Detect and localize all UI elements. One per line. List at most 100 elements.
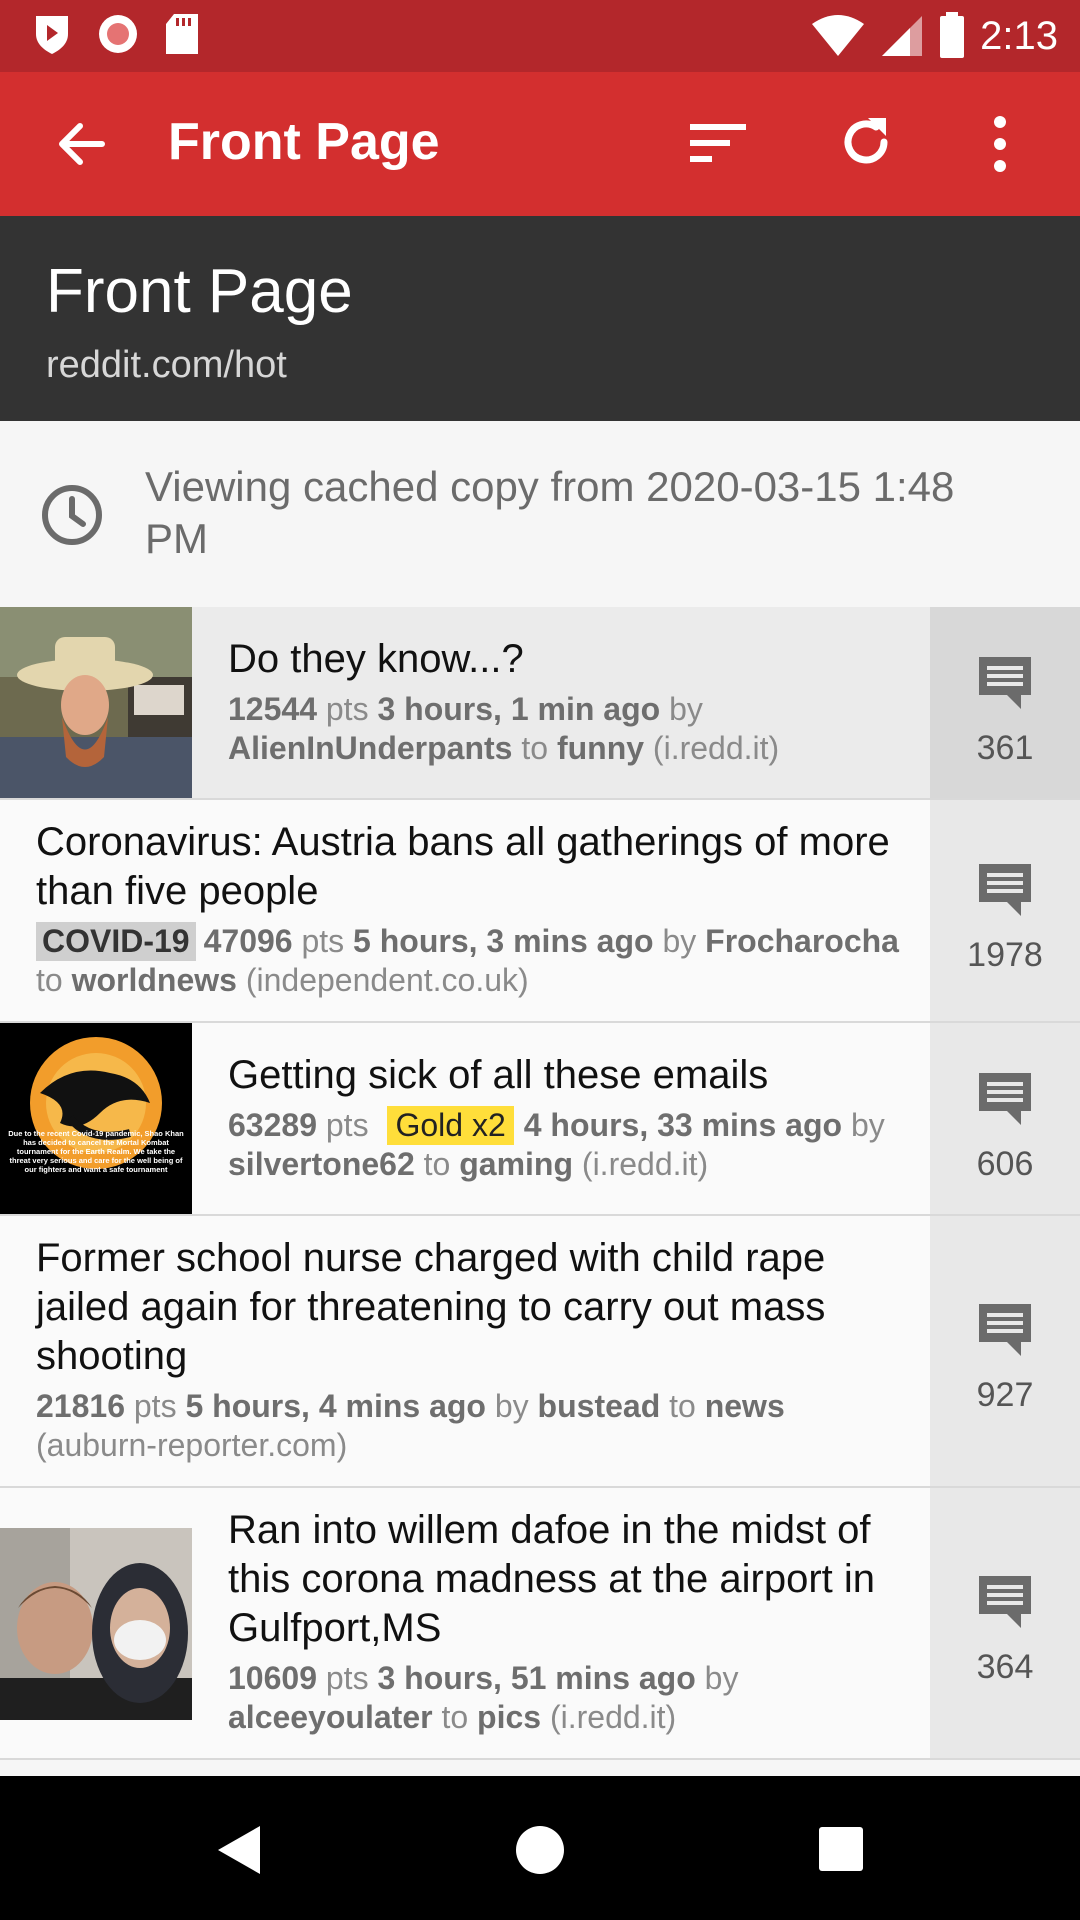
post-subreddit[interactable]: news	[705, 1388, 785, 1424]
post-title[interactable]: Former school nurse charged with child r…	[36, 1234, 826, 1381]
post-points: 10609	[228, 1660, 317, 1696]
post-author[interactable]: AlienInUnderpants	[228, 730, 512, 766]
cache-notice: Viewing cached copy from 2020-03-15 1:48…	[0, 421, 1080, 609]
clock-icon	[42, 485, 102, 545]
comment-count: 606	[976, 1145, 1034, 1183]
post-age: 3 hours, 51 mins ago	[377, 1660, 696, 1696]
comment-count: 1978	[967, 936, 1043, 974]
post-title[interactable]: Getting sick of all these emails	[228, 1051, 918, 1100]
cell-signal-icon	[882, 16, 923, 56]
to-label: to	[669, 1388, 696, 1424]
system-navigation-bar	[0, 1776, 1080, 1920]
man-with-hat-image	[0, 607, 192, 798]
pts-label: pts	[133, 1388, 177, 1424]
by-label: by	[669, 691, 703, 727]
post-item[interactable]: Due to the recent Covid-19 pandemic, Sha…	[0, 1023, 1080, 1216]
comment-icon	[979, 864, 1031, 916]
post-domain: (i.redd.it)	[581, 1146, 709, 1182]
post-subreddit[interactable]: funny	[557, 730, 644, 766]
post-points: 21816	[36, 1388, 125, 1424]
comments-button[interactable]: 1978	[930, 800, 1080, 1021]
post-item[interactable]: Do they know...? 12544 pts 3 hours, 1 mi…	[0, 607, 1080, 800]
cache-message: Viewing cached copy from 2020-03-15 1:48…	[145, 463, 955, 562]
comments-button[interactable]: 606	[930, 1023, 1080, 1214]
subreddit-header: Front Page reddit.com/hot	[0, 216, 1080, 421]
comment-icon	[979, 1073, 1031, 1125]
back-arrow-icon[interactable]	[52, 116, 112, 172]
comments-button[interactable]: 927	[930, 1216, 1080, 1486]
comment-count: 927	[976, 1376, 1034, 1414]
header-title: Front Page	[46, 257, 353, 326]
battery-icon	[940, 12, 965, 58]
comment-icon	[979, 1576, 1031, 1628]
post-domain: (i.redd.it)	[549, 1699, 677, 1735]
home-nav-icon[interactable]	[514, 1824, 566, 1876]
post-thumbnail[interactable]	[0, 1528, 192, 1720]
post-points: 63289	[228, 1107, 317, 1143]
flair-badge: COVID-19	[36, 922, 196, 961]
record-icon	[99, 15, 137, 53]
post-domain: (independent.co.uk)	[245, 962, 529, 998]
post-meta: COVID-19 47096 pts 5 hours, 3 mins ago by…	[36, 922, 916, 1000]
comments-button[interactable]: 361	[930, 607, 1080, 798]
willem-dafoe-photo-image	[0, 1528, 192, 1720]
post-list: Do they know...? 12544 pts 3 hours, 1 mi…	[0, 607, 1080, 1760]
mortal-kombat-dragon-image	[0, 1023, 192, 1214]
pts-label: pts	[325, 1107, 369, 1143]
header-subtitle: reddit.com/hot	[46, 344, 287, 386]
post-thumbnail[interactable]: Due to the recent Covid-19 pandemic, Sha…	[0, 1023, 192, 1214]
status-bar: 2:13	[0, 0, 1080, 72]
wifi-icon	[812, 15, 865, 56]
post-points: 12544	[228, 691, 317, 727]
by-label: by	[494, 1388, 529, 1424]
back-nav-icon[interactable]	[214, 1822, 264, 1878]
thumbnail-caption: Due to the recent Covid-19 pandemic, Sha…	[8, 1129, 184, 1174]
post-title[interactable]: Ran into willem dafoe in the midst of th…	[228, 1506, 918, 1653]
post-author[interactable]: silvertone62	[228, 1146, 415, 1182]
post-subreddit[interactable]: pics	[477, 1699, 541, 1735]
post-item[interactable]: Ran into willem dafoe in the midst of th…	[0, 1488, 1080, 1760]
post-title[interactable]: Coronavirus: Austria bans all gatherings…	[36, 818, 916, 916]
post-subreddit[interactable]: worldnews	[72, 962, 237, 998]
recents-nav-icon[interactable]	[818, 1826, 864, 1872]
post-title[interactable]: Do they know...?	[228, 635, 918, 684]
to-label: to	[441, 1699, 469, 1735]
status-time: 2:13	[980, 13, 1058, 58]
post-author[interactable]: bustead	[538, 1388, 661, 1424]
pts-label: pts	[325, 1660, 369, 1696]
post-domain: (auburn-reporter.com)	[36, 1427, 348, 1463]
post-item[interactable]: Former school nurse charged with child r…	[0, 1216, 1080, 1488]
shield-notification-icon	[36, 16, 68, 54]
post-age: 3 hours, 1 min ago	[377, 691, 661, 727]
post-subreddit[interactable]: gaming	[459, 1146, 573, 1182]
by-label: by	[662, 923, 697, 959]
app-toolbar: Front Page	[0, 72, 1080, 216]
post-points: 47096	[203, 923, 293, 959]
post-thumbnail[interactable]	[0, 607, 192, 798]
pts-label: pts	[301, 923, 345, 959]
post-age: 4 hours, 33 mins ago	[523, 1107, 843, 1143]
post-meta: 10609 pts 3 hours, 51 mins ago by alceey…	[228, 1659, 918, 1737]
comments-button[interactable]: 364	[930, 1488, 1080, 1758]
post-author[interactable]: Frocharocha	[705, 923, 899, 959]
post-age: 5 hours, 4 mins ago	[185, 1388, 486, 1424]
post-domain: (i.redd.it)	[652, 730, 780, 766]
post-meta: 12544 pts 3 hours, 1 min ago by AlienInU…	[228, 690, 918, 768]
comment-count: 364	[976, 1648, 1034, 1686]
post-meta: 21816 pts 5 hours, 4 mins ago by bustead…	[36, 1387, 826, 1465]
overflow-menu-icon[interactable]	[990, 112, 1010, 176]
sort-icon[interactable]	[688, 118, 748, 170]
pts-label: pts	[325, 691, 369, 727]
post-author[interactable]: alceeyoulater	[228, 1699, 433, 1735]
by-label: by	[704, 1660, 739, 1696]
post-item[interactable]: Coronavirus: Austria bans all gatherings…	[0, 800, 1080, 1023]
comment-icon	[979, 1304, 1031, 1356]
toolbar-title: Front Page	[168, 113, 440, 171]
sd-card-icon	[166, 14, 198, 54]
comment-icon	[979, 657, 1031, 709]
to-label: to	[521, 730, 549, 766]
by-label: by	[850, 1107, 885, 1143]
post-meta: 63289 pts Gold x2 4 hours, 33 mins ago by…	[228, 1106, 918, 1184]
comment-count: 361	[976, 729, 1034, 767]
refresh-icon[interactable]	[836, 112, 896, 172]
